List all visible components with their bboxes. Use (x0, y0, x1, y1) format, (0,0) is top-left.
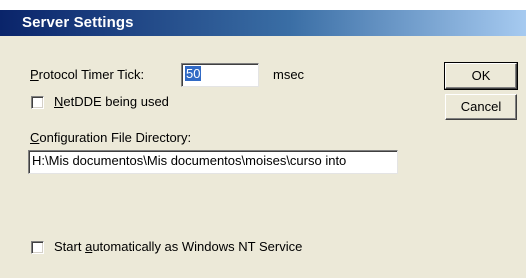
autostart-label-start: Start (54, 239, 86, 254)
protocol-timer-input[interactable]: 50 (181, 63, 259, 87)
config-dir-accel: C (30, 130, 40, 145)
config-dir-input[interactable]: H:\Mis documentos\Mis documentos\moises\… (28, 150, 398, 174)
config-dir-label: Configuration File Directory: (30, 130, 191, 145)
protocol-timer-value: 50 (185, 66, 202, 81)
background-strip (0, 0, 526, 10)
dialog-title: Server Settings (22, 14, 134, 31)
config-dir-label-rest: onfiguration File Directory: (39, 130, 192, 145)
title-bar[interactable]: Server Settings (0, 10, 526, 36)
protocol-timer-accel: P (30, 67, 39, 82)
netdde-checkbox[interactable] (31, 96, 44, 109)
autostart-checkbox[interactable] (31, 241, 44, 254)
netdde-accel: N (54, 94, 64, 109)
protocol-timer-label: Protocol Timer Tick: (30, 67, 144, 82)
netdde-label-rest: etDDE being used (63, 94, 169, 109)
protocol-timer-label-rest: rotocol Timer Tick: (38, 67, 145, 82)
netdde-label: NetDDE being used (54, 94, 169, 109)
msec-unit-label: msec (273, 67, 305, 82)
ok-button[interactable]: OK (444, 62, 518, 90)
autostart-label-rest: utomatically as Windows NT Service (92, 239, 303, 254)
server-settings-dialog: Server Settings Protocol Timer Tick: 50 … (0, 10, 526, 278)
cancel-button[interactable]: Cancel (445, 94, 517, 120)
autostart-label: Start automatically as Windows NT Servic… (54, 239, 302, 254)
